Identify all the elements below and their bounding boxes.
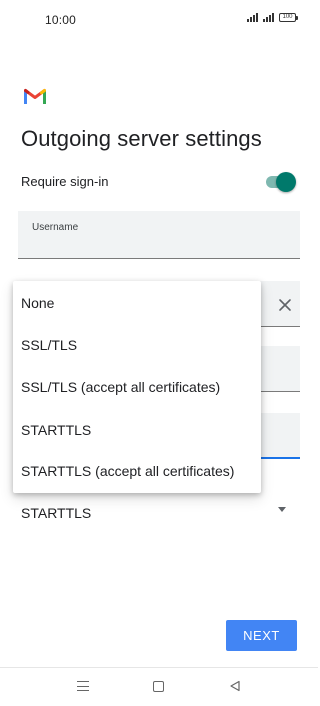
clear-icon[interactable] <box>276 296 294 314</box>
signal-icon <box>247 13 258 22</box>
home-icon[interactable] <box>153 681 164 692</box>
menu-item-ssl-tls-accept-all[interactable]: SSL/TLS (accept all certificates) <box>13 367 261 407</box>
toggle-thumb <box>276 172 296 192</box>
gmail-logo <box>24 89 46 104</box>
status-time: 10:00 <box>45 13 77 27</box>
menu-item-none[interactable]: None <box>13 283 261 323</box>
nav-divider <box>0 667 318 668</box>
username-field[interactable]: Username <box>18 211 300 259</box>
battery-icon: 100 <box>279 13 298 22</box>
require-signin-label: Require sign-in <box>21 174 109 189</box>
signal-icon <box>263 13 274 22</box>
username-label: Username <box>32 222 79 233</box>
menu-item-starttls-accept-all[interactable]: STARTTLS (accept all certificates) <box>13 451 261 491</box>
security-type-value: STARTTLS <box>21 505 92 521</box>
security-options-menu: None SSL/TLS SSL/TLS (accept all certifi… <box>13 281 261 493</box>
recent-apps-icon[interactable] <box>77 681 89 691</box>
status-icons: 100 <box>247 13 298 22</box>
menu-item-starttls[interactable]: STARTTLS <box>13 410 261 450</box>
page-title: Outgoing server settings <box>21 126 262 151</box>
next-button[interactable]: NEXT <box>226 620 297 651</box>
menu-item-ssl-tls[interactable]: SSL/TLS <box>13 325 261 365</box>
require-signin-toggle[interactable] <box>264 170 298 192</box>
back-icon[interactable] <box>229 680 241 692</box>
security-type-select[interactable]: STARTTLS <box>18 496 300 532</box>
dropdown-arrow-icon <box>278 507 286 512</box>
status-bar: 10:00 100 <box>0 0 318 40</box>
